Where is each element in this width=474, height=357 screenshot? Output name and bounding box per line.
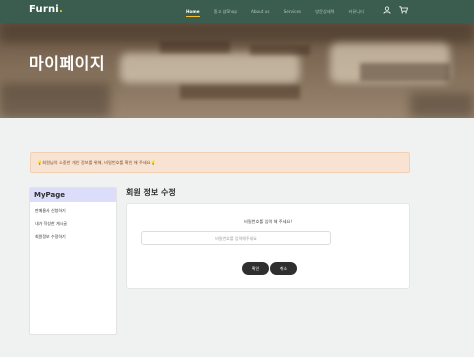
nav-item-shop[interactable]: 중고 샵Shop bbox=[214, 9, 237, 15]
password-prompt: 비밀번호를 입력 해 주세요! bbox=[243, 219, 293, 224]
sidebar-item-sell-request[interactable]: 판매물사 신청하기 bbox=[30, 204, 116, 217]
page-title: 마이페이지 bbox=[29, 54, 106, 73]
nav-item-about[interactable]: About us bbox=[251, 9, 270, 14]
sidebar-item-my-posts[interactable]: 내가 작성한 게시글 bbox=[30, 217, 116, 230]
confirm-button[interactable]: 확인 bbox=[242, 262, 269, 275]
top-navbar: Furni. Home 중고 샵Shop About us Services 방… bbox=[0, 0, 474, 23]
main-nav: Home 중고 샵Shop About us Services 방문상세력 커뮤… bbox=[186, 0, 378, 23]
password-check-card: 비밀번호를 입력 해 주세요! 확인 취소 bbox=[126, 203, 410, 289]
nav-icons bbox=[383, 6, 408, 14]
nav-item-community[interactable]: 커뮤니티 bbox=[349, 9, 364, 15]
notice-text: 💡회원님의 소중한 개인 정보를 위해, 비밀번호를 확인 해 주세요💡 bbox=[37, 159, 156, 165]
mypage-sidebar: MyPage 판매물사 신청하기 내가 작성한 게시글 회원정보 수정하기 bbox=[29, 187, 117, 335]
password-input[interactable] bbox=[141, 231, 331, 245]
nav-item-visit[interactable]: 방문상세력 bbox=[315, 9, 334, 15]
cancel-button[interactable]: 취소 bbox=[270, 262, 297, 275]
sidebar-item-edit-profile[interactable]: 회원정보 수정하기 bbox=[30, 230, 116, 243]
brand-logo[interactable]: Furni. bbox=[29, 4, 63, 15]
sidebar-title: MyPage bbox=[30, 188, 116, 202]
cart-icon[interactable] bbox=[399, 6, 408, 14]
user-icon[interactable] bbox=[383, 6, 391, 14]
section-title: 회원 정보 수정 bbox=[126, 188, 176, 197]
hero-banner: 마이페이지 bbox=[0, 23, 474, 118]
nav-item-home[interactable]: Home bbox=[186, 9, 200, 17]
nav-item-services[interactable]: Services bbox=[284, 9, 302, 14]
password-notice-banner: 💡회원님의 소중한 개인 정보를 위해, 비밀번호를 확인 해 주세요💡 bbox=[30, 152, 410, 173]
